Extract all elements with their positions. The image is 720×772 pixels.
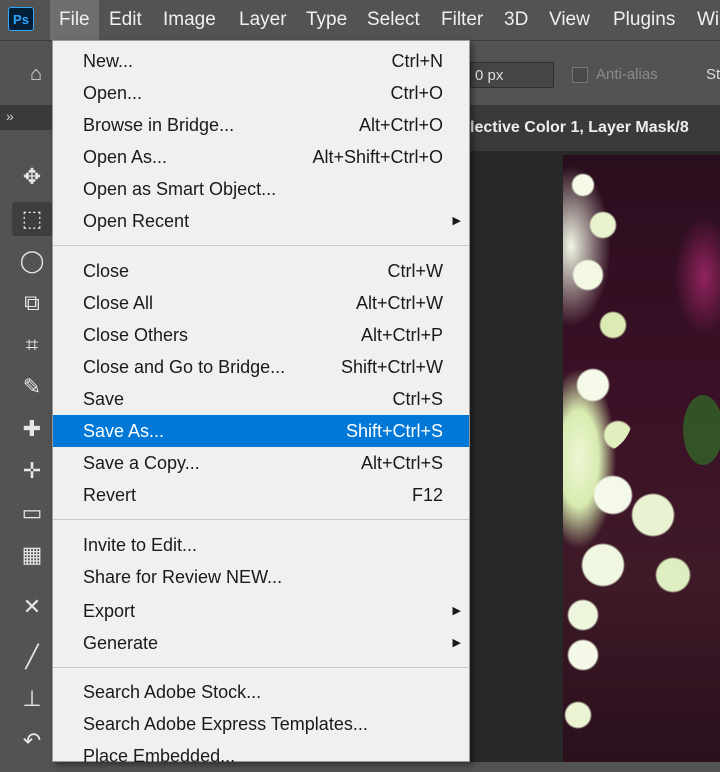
menu-3d[interactable]: 3D <box>504 0 528 40</box>
content-aware-tool-icon[interactable]: ▦ <box>12 538 52 572</box>
menu-item-share-for-review[interactable]: Share for Review NEW... <box>53 561 469 593</box>
menu-item-save-a-copy[interactable]: Save a Copy... Alt+Ctrl+S <box>53 447 469 479</box>
move-tool-icon[interactable]: ✥ <box>12 160 52 194</box>
healing-brush-tool-icon[interactable]: ✛ <box>12 454 52 488</box>
submenu-arrow-icon: ▶ <box>452 637 461 649</box>
menu-item-label: Export <box>83 601 136 621</box>
menu-item-label: Invite to Edit... <box>83 535 198 555</box>
menu-item-shortcut: Ctrl+W <box>387 261 444 281</box>
menu-item-save-as[interactable]: Save As... Shift+Ctrl+S <box>53 415 469 447</box>
menu-separator <box>53 245 469 246</box>
menu-item-label: Close and Go to Bridge... <box>83 357 286 377</box>
menu-item-shortcut: Shift+Ctrl+W <box>340 357 443 377</box>
anti-alias-checkbox[interactable] <box>572 67 588 83</box>
menu-item-label: Open... <box>83 83 143 103</box>
menu-item-revert[interactable]: Revert F12 <box>53 479 469 511</box>
document-tab[interactable]: lective Color 1, Layer Mask/8 <box>470 105 720 151</box>
menu-bar: Ps File Edit Image Layer Type Select Fil… <box>0 0 720 40</box>
menu-item-open[interactable]: Open... Ctrl+O <box>53 77 469 109</box>
menu-item-label: Save <box>83 389 125 409</box>
patch-tool-icon[interactable]: ▭ <box>12 496 52 530</box>
menu-item-close[interactable]: Close Ctrl+W <box>53 255 469 287</box>
menu-separator <box>53 667 469 668</box>
photoshop-logo-icon: Ps <box>8 7 34 31</box>
menu-plugins[interactable]: Plugins <box>613 0 675 40</box>
menu-type[interactable]: Type <box>306 0 347 40</box>
menu-file[interactable]: File <box>50 0 99 40</box>
menu-item-generate[interactable]: Generate ▶ <box>53 627 469 659</box>
menu-item-shortcut: Alt+Ctrl+O <box>358 115 443 135</box>
menu-item-invite-to-edit[interactable]: Invite to Edit... <box>53 529 469 561</box>
menu-item-label: Close <box>83 261 130 281</box>
menu-item-open-as-smart-object[interactable]: Open as Smart Object... <box>53 173 469 205</box>
menu-item-browse-in-bridge[interactable]: Browse in Bridge... Alt+Ctrl+O <box>53 109 469 141</box>
menu-item-label: Share for Review NEW... <box>83 567 283 587</box>
menu-select[interactable]: Select <box>367 0 420 40</box>
menu-item-label: New... <box>83 51 134 71</box>
menu-window[interactable]: Wi <box>697 0 719 40</box>
menu-item-label: Open as Smart Object... <box>83 179 277 199</box>
spot-healing-tool-icon[interactable]: ✚ <box>12 412 52 446</box>
menu-item-shortcut: Ctrl+S <box>392 389 443 409</box>
menu-item-label: Open As... <box>83 147 168 167</box>
menu-item-label: Save a Copy... <box>83 453 200 473</box>
home-icon[interactable]: ⌂ <box>30 64 48 84</box>
menu-item-search-adobe-express-templates[interactable]: Search Adobe Express Templates... <box>53 708 469 740</box>
menu-item-open-as[interactable]: Open As... Alt+Shift+Ctrl+O <box>53 141 469 173</box>
menu-item-shortcut: Ctrl+N <box>391 51 443 71</box>
collapse-panel-icon[interactable]: » <box>6 108 14 124</box>
menu-item-label: Open Recent <box>83 211 190 231</box>
remix-tool-icon[interactable]: ✕ <box>12 590 52 624</box>
menu-layer[interactable]: Layer <box>239 0 287 40</box>
menu-item-new[interactable]: New... Ctrl+N <box>53 45 469 77</box>
menu-item-open-recent[interactable]: Open Recent ▶ <box>53 205 469 237</box>
lasso-tool-icon[interactable]: ◯ <box>12 244 52 278</box>
menu-item-shortcut: Shift+Ctrl+S <box>345 421 443 441</box>
crop-tool-icon[interactable]: ⌗ <box>12 328 52 362</box>
menu-item-close-all[interactable]: Close All Alt+Ctrl+W <box>53 287 469 319</box>
marquee-tool-icon[interactable]: ⬚ <box>12 202 52 236</box>
menu-filter[interactable]: Filter <box>441 0 483 40</box>
menu-item-label: Place Embedded... <box>83 746 236 766</box>
menu-item-label: Save As... <box>83 421 165 441</box>
menu-item-shortcut: Alt+Ctrl+W <box>355 293 443 313</box>
document-image <box>563 155 720 765</box>
menu-item-label: Search Adobe Express Templates... <box>83 714 368 734</box>
menu-image[interactable]: Image <box>163 0 216 40</box>
eyedropper-tool-icon[interactable]: ✎ <box>12 370 52 404</box>
history-brush-tool-icon[interactable]: ↶ <box>12 724 52 758</box>
menu-item-place-embedded[interactable]: Place Embedded... <box>53 740 469 772</box>
menu-item-shortcut: Alt+Shift+Ctrl+O <box>312 147 443 167</box>
menu-item-label: Revert <box>83 485 137 505</box>
menu-item-export[interactable]: Export ▶ <box>53 595 469 627</box>
file-menu-dropdown: New... Ctrl+N Open... Ctrl+O Browse in Bri… <box>52 40 470 766</box>
feather-input[interactable]: 0 px <box>470 62 554 88</box>
menu-item-shortcut: Alt+Ctrl+S <box>360 453 443 473</box>
style-label: St <box>706 66 720 83</box>
menu-view[interactable]: View <box>549 0 590 40</box>
brush-tool-icon[interactable]: ╱ <box>12 640 52 674</box>
menu-item-close-and-go-to-bridge[interactable]: Close and Go to Bridge... Shift+Ctrl+W <box>53 351 469 383</box>
submenu-arrow-icon: ▶ <box>452 215 461 227</box>
menu-item-search-adobe-stock[interactable]: Search Adobe Stock... <box>53 676 469 708</box>
menu-item-label: Browse in Bridge... <box>83 115 235 135</box>
menu-separator <box>53 519 469 520</box>
menu-item-save[interactable]: Save Ctrl+S <box>53 383 469 415</box>
stamp-tool-icon[interactable]: ⊥ <box>12 682 52 716</box>
object-selection-tool-icon[interactable]: ⧉ <box>12 286 52 320</box>
menu-item-shortcut: Alt+Ctrl+P <box>360 325 443 345</box>
menu-edit[interactable]: Edit <box>109 0 142 40</box>
menu-item-label: Search Adobe Stock... <box>83 682 262 702</box>
menu-item-shortcut: F12 <box>411 485 443 505</box>
menu-item-label: Generate <box>83 633 159 653</box>
menu-item-label: Close All <box>83 293 154 313</box>
submenu-arrow-icon: ▶ <box>452 605 461 617</box>
anti-alias-label: Anti-alias <box>596 66 658 83</box>
menu-item-shortcut: Ctrl+O <box>390 83 443 103</box>
menu-item-label: Close Others <box>83 325 189 345</box>
menu-item-close-others[interactable]: Close Others Alt+Ctrl+P <box>53 319 469 351</box>
